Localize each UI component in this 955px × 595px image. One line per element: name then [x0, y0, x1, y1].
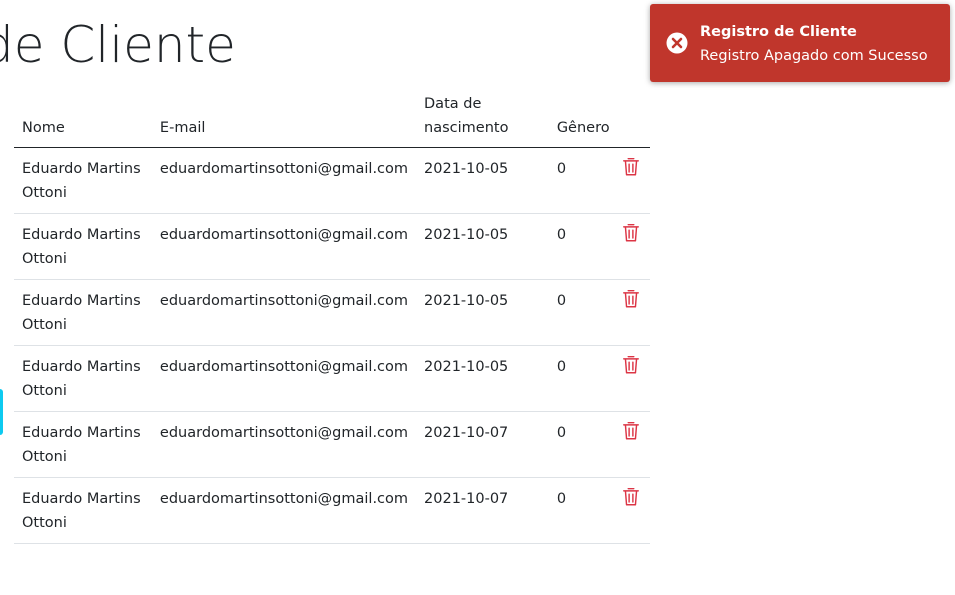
- cell-name: Eduardo Martins Ottoni: [14, 477, 152, 544]
- cell-gender: 0: [548, 213, 618, 280]
- cell-email: eduardomartinsottoni@gmail.com: [151, 213, 417, 280]
- table-body: Eduardo Martins Ottoni eduardomartinsott…: [14, 147, 650, 544]
- toast-message: Registro Apagado com Sucesso: [700, 48, 928, 64]
- cell-birth-date: 2021-10-05: [416, 279, 549, 346]
- cell-name: Eduardo Martins Ottoni: [14, 213, 152, 280]
- trash-icon[interactable]: [622, 157, 640, 177]
- cell-name: Eduardo Martins Ottoni: [14, 345, 152, 412]
- cell-gender: 0: [548, 477, 618, 544]
- cell-birth-date: 2021-10-05: [416, 147, 549, 214]
- table-row: Eduardo Martins Ottoni eduardomartinsott…: [14, 411, 650, 478]
- table-row: Eduardo Martins Ottoni eduardomartinsott…: [14, 477, 650, 544]
- cell-gender: 0: [548, 147, 618, 214]
- table-row: Eduardo Martins Ottoni eduardomartinsott…: [14, 213, 650, 280]
- header-name: Nome: [14, 86, 152, 148]
- cell-gender: 0: [548, 411, 618, 478]
- cell-email: eduardomartinsottoni@gmail.com: [151, 279, 417, 346]
- cell-email: eduardomartinsottoni@gmail.com: [151, 345, 417, 412]
- cell-actions: [617, 345, 650, 412]
- table-row: Eduardo Martins Ottoni eduardomartinsott…: [14, 345, 650, 412]
- header-birth-date: Data de nascimento: [416, 86, 549, 148]
- cell-name: Eduardo Martins Ottoni: [14, 147, 152, 214]
- error-circle-icon: [666, 32, 688, 54]
- cell-birth-date: 2021-10-05: [416, 345, 549, 412]
- cell-email: eduardomartinsottoni@gmail.com: [151, 411, 417, 478]
- toast-notification[interactable]: Registro de Cliente Registro Apagado com…: [650, 4, 950, 82]
- page: de Cliente Nome E-mail Data de nasciment…: [0, 0, 955, 595]
- table-header: Nome E-mail Data de nascimento Gênero: [14, 86, 650, 148]
- trash-icon[interactable]: [622, 487, 640, 507]
- toast-title: Registro de Cliente: [700, 24, 857, 40]
- table-header-row: Nome E-mail Data de nascimento Gênero: [14, 86, 650, 148]
- header-gender: Gênero: [548, 86, 618, 148]
- cell-birth-date: 2021-10-07: [416, 477, 549, 544]
- cell-birth-date: 2021-10-05: [416, 213, 549, 280]
- side-toggle-button[interactable]: [0, 389, 3, 435]
- trash-icon[interactable]: [622, 223, 640, 243]
- trash-icon[interactable]: [622, 355, 640, 375]
- clients-table-container: Nome E-mail Data de nascimento Gênero Ed…: [14, 86, 650, 544]
- cell-actions: [617, 411, 650, 478]
- page-title: de Cliente: [0, 16, 236, 74]
- table-row: Eduardo Martins Ottoni eduardomartinsott…: [14, 279, 650, 346]
- cell-email: eduardomartinsottoni@gmail.com: [151, 477, 417, 544]
- cell-actions: [617, 147, 650, 214]
- cell-name: Eduardo Martins Ottoni: [14, 411, 152, 478]
- cell-actions: [617, 279, 650, 346]
- cell-actions: [617, 213, 650, 280]
- cell-email: eduardomartinsottoni@gmail.com: [151, 147, 417, 214]
- header-email: E-mail: [151, 86, 417, 148]
- cell-actions: [617, 477, 650, 544]
- cell-name: Eduardo Martins Ottoni: [14, 279, 152, 346]
- cell-gender: 0: [548, 345, 618, 412]
- header-actions: [617, 86, 650, 148]
- cell-gender: 0: [548, 279, 618, 346]
- clients-table: Nome E-mail Data de nascimento Gênero Ed…: [14, 86, 650, 544]
- trash-icon[interactable]: [622, 289, 640, 309]
- cell-birth-date: 2021-10-07: [416, 411, 549, 478]
- trash-icon[interactable]: [622, 421, 640, 441]
- table-row: Eduardo Martins Ottoni eduardomartinsott…: [14, 147, 650, 214]
